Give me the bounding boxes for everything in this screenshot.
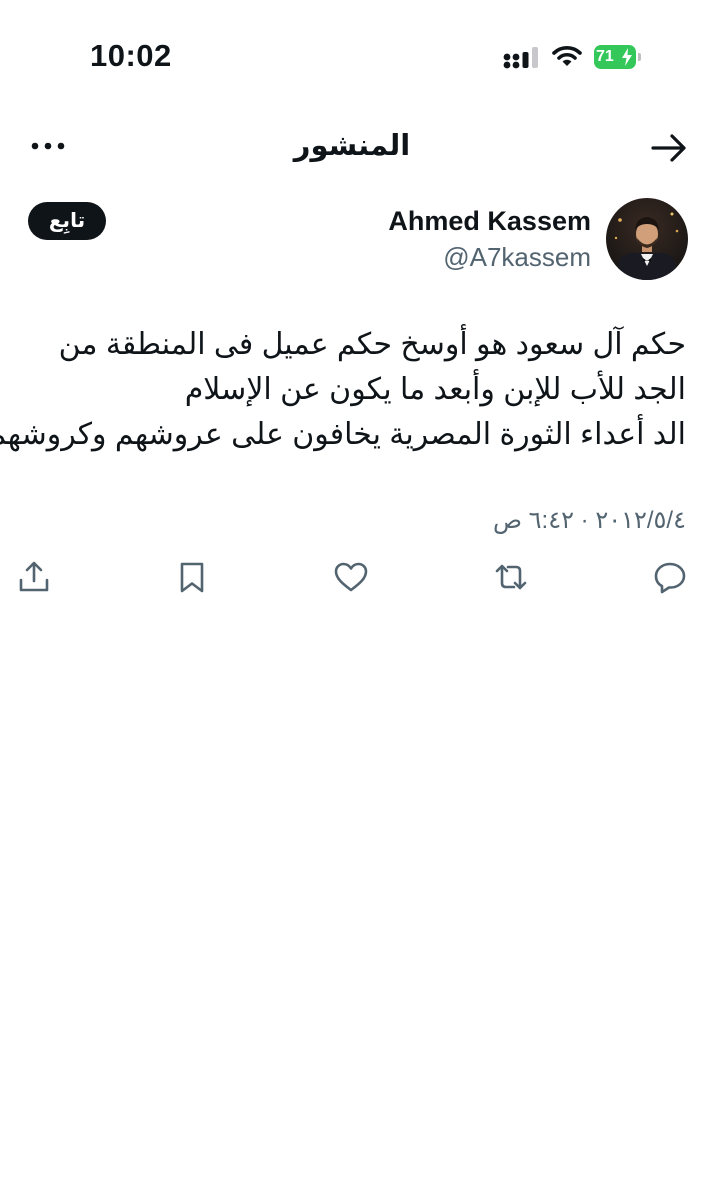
tweet-line: الد أعداء الثورة المصرية يخافون على عروش… <box>0 418 686 451</box>
tweet-text: حكم آل سعود هو أوسخ حكم عميل فى المنطقة … <box>0 322 686 457</box>
page-title: المنشور <box>293 130 411 162</box>
cellular-signal-icon <box>503 47 538 69</box>
like-button[interactable] <box>333 559 369 597</box>
avatar[interactable] <box>606 198 688 280</box>
share-icon <box>19 561 49 592</box>
more-dots-icon[interactable] <box>30 136 70 156</box>
tweet-line: حكم آل سعود هو أوسخ حكم عميل فى المنطقة … <box>58 328 686 361</box>
tweet-line: الجد للأب للإبن وأبعد ما يكون عن الإسلام <box>184 373 686 406</box>
wifi-icon <box>552 46 582 66</box>
retweet-icon <box>495 564 527 590</box>
bookmark-icon <box>180 562 204 593</box>
author-handle[interactable]: @A7kassem <box>443 242 591 273</box>
tweet-timestamp: ٢٠١٢/٥/٤ · ٦:٤٢ ص <box>492 507 686 534</box>
charging-bolt-icon <box>622 48 632 66</box>
battery-level: 71 <box>596 48 614 65</box>
status-time: 10:02 <box>90 38 172 73</box>
follow-button[interactable]: تابِع <box>28 202 106 240</box>
bookmark-button[interactable] <box>174 559 210 597</box>
reply-button[interactable] <box>652 559 688 597</box>
retweet-button[interactable] <box>493 559 529 597</box>
heart-icon <box>334 562 368 592</box>
author-name[interactable]: Ahmed Kassem <box>388 206 591 237</box>
share-button[interactable] <box>16 559 52 597</box>
reply-icon <box>654 562 686 594</box>
battery-indicator: 71 <box>594 45 644 69</box>
